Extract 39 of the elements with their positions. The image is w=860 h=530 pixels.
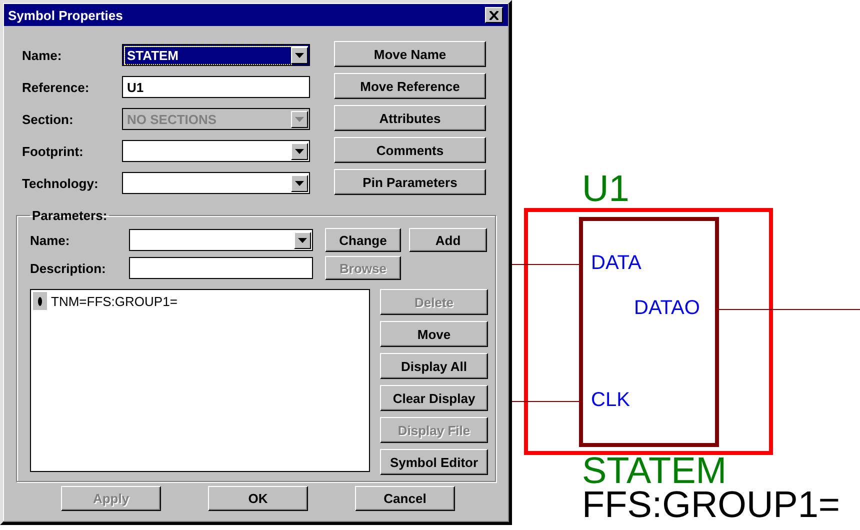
field-label: Technology:	[22, 176, 100, 190]
wire	[512, 401, 579, 402]
button[interactable]: Move	[380, 321, 488, 347]
field-label: Description:	[30, 260, 107, 276]
field-label: Name:	[22, 48, 63, 62]
button[interactable]: Clear Display	[380, 385, 488, 411]
field-label: Footprint:	[22, 144, 84, 158]
bullet-icon	[33, 292, 47, 310]
field-label: Name:	[30, 232, 71, 248]
dropdown[interactable]	[129, 229, 313, 251]
pin-label: DATAO	[634, 296, 700, 320]
list-item[interactable]: TNM=FFS:GROUP1=	[51, 294, 178, 308]
pin-label: DATA	[591, 251, 642, 275]
button[interactable]: Move Reference	[334, 73, 486, 99]
window-title: Symbol Properties	[8, 8, 123, 22]
dropdown[interactable]	[122, 140, 310, 162]
input-field[interactable]: U1	[122, 76, 310, 98]
button[interactable]: Symbol Editor	[380, 449, 488, 475]
button[interactable]: Pin Parameters	[334, 169, 486, 195]
button[interactable]: Cancel	[355, 486, 455, 511]
button[interactable]: Move Name	[334, 41, 486, 67]
field-label: Section:	[22, 112, 74, 126]
wire	[512, 264, 579, 265]
button[interactable]: Change	[325, 228, 401, 252]
dropdown[interactable]	[122, 172, 310, 194]
input-field[interactable]	[129, 257, 313, 279]
dropdown[interactable]: STATEM	[122, 44, 310, 66]
button[interactable]: OK	[208, 486, 308, 511]
reference-label: U1	[582, 170, 630, 207]
field-label: Reference:	[22, 80, 90, 94]
attribute-label: FFS:GROUP1=	[582, 486, 840, 523]
group-title: Parameters:	[31, 208, 108, 223]
button[interactable]: Add	[409, 228, 487, 252]
button[interactable]: Comments	[334, 137, 486, 163]
pin-label: CLK	[591, 388, 630, 412]
button[interactable]: Display All	[380, 353, 488, 379]
part-name-label: STATEM	[582, 452, 727, 489]
button[interactable]: Attributes	[334, 105, 486, 131]
close-icon[interactable]	[485, 7, 503, 23]
